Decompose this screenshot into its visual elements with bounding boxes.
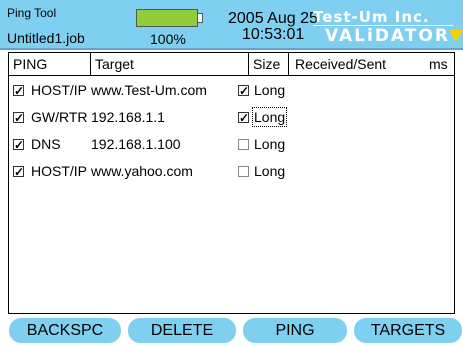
column-header-target[interactable]: Target [91, 53, 249, 75]
battery-fill [137, 10, 197, 26]
target-address[interactable]: www.Test-Um.com [91, 82, 207, 98]
time-display: 10:53:01 [242, 26, 305, 43]
backspace-button[interactable]: BACKSPC [9, 318, 121, 343]
size-label[interactable]: Long [254, 136, 285, 152]
target-address[interactable]: 192.168.1.1 [91, 109, 165, 125]
status-header: Ping Tool Untitled1.job 100% 2005 Aug 25… [0, 0, 463, 50]
checkmark-logo-icon [449, 30, 463, 42]
size-label[interactable]: Long [251, 107, 288, 127]
size-checkbox[interactable] [238, 139, 249, 150]
ping-checkbox[interactable] [13, 139, 24, 150]
target-type[interactable]: DNS [31, 136, 61, 152]
battery-percent: 100% [150, 31, 186, 47]
brand-logo: Test-Um Inc. VALiDATOR [313, 8, 463, 46]
column-header-ping[interactable]: PING [9, 53, 91, 75]
table-header: PING Target Size Received/Sent ms [9, 53, 454, 76]
table-row[interactable]: HOST/IP www.yahoo.com Long [9, 159, 454, 183]
target-type[interactable]: GW/RTR [31, 109, 88, 125]
ping-checkbox[interactable] [13, 85, 24, 96]
column-header-ms[interactable]: ms [429, 53, 448, 75]
size-checkbox[interactable] [238, 166, 249, 177]
targets-button[interactable]: TARGETS [354, 318, 462, 343]
battery-tip [198, 13, 203, 23]
table-row[interactable]: DNS 192.168.1.100 Long [9, 132, 454, 156]
size-label[interactable]: Long [254, 82, 285, 98]
battery-icon [136, 9, 198, 27]
size-checkbox[interactable] [238, 85, 249, 96]
target-type[interactable]: HOST/IP [31, 163, 87, 179]
column-header-size[interactable]: Size [249, 53, 289, 75]
ping-button[interactable]: PING [243, 318, 347, 343]
ping-targets-table: PING Target Size Received/Sent ms HOST/I… [8, 52, 455, 314]
product-name: VALiDATOR [325, 26, 450, 46]
target-address[interactable]: www.yahoo.com [91, 163, 193, 179]
size-label[interactable]: Long [254, 163, 285, 179]
ping-checkbox[interactable] [13, 166, 24, 177]
target-address[interactable]: 192.168.1.100 [91, 136, 181, 152]
app-title: Ping Tool [7, 6, 57, 20]
table-row[interactable]: HOST/IP www.Test-Um.com Long [9, 78, 454, 102]
delete-button[interactable]: DELETE [128, 318, 236, 343]
brand-name: Test-Um Inc. [313, 8, 430, 26]
job-file-name: Untitled1.job [7, 30, 85, 46]
table-row[interactable]: GW/RTR 192.168.1.1 Long [9, 105, 454, 129]
size-checkbox[interactable] [238, 112, 249, 123]
target-type[interactable]: HOST/IP [31, 82, 87, 98]
ping-checkbox[interactable] [13, 112, 24, 123]
